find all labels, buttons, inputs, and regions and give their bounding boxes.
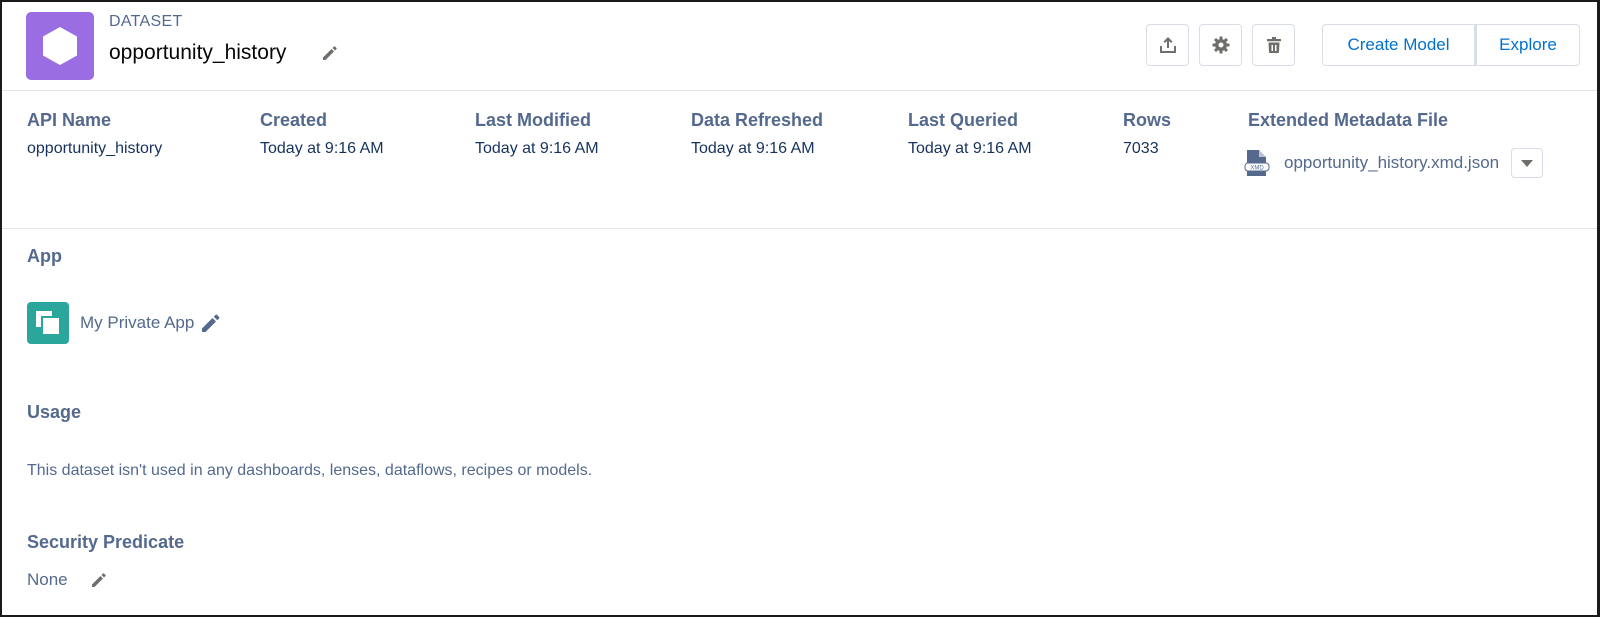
meta-api-name: API Name opportunity_history [27, 110, 162, 158]
overlapping-squares-icon [36, 311, 61, 336]
meta-value: Today at 9:16 AM [260, 140, 384, 157]
meta-data-refreshed: Data Refreshed Today at 9:16 AM [691, 110, 823, 158]
caret-down-icon [1521, 160, 1534, 167]
edit-title-button[interactable] [321, 44, 339, 62]
app-name: My Private App [80, 313, 195, 332]
dataset-icon [26, 12, 94, 80]
pencil-icon [202, 314, 220, 332]
meta-last-queried: Last Queried Today at 9:16 AM [908, 110, 1032, 158]
meta-label: Rows [1123, 110, 1172, 130]
meta-label: Extended Metadata File [1248, 110, 1449, 130]
pencil-icon [323, 46, 337, 60]
meta-xmd: Extended Metadata File [1248, 110, 1448, 131]
meta-last-modified: Last Modified Today at 9:16 AM [475, 110, 599, 158]
dataset-detail-page: DATASET opportunity_history Create Model… [0, 0, 1600, 617]
security-predicate-row: None [27, 570, 108, 590]
xmd-file: XMD opportunity_history.xmd.json [1244, 148, 1544, 178]
xmd-badge: XMD [1250, 166, 1264, 172]
page-title: opportunity_history [109, 41, 287, 64]
dataset-metadata: API Name opportunity_history Created Tod… [2, 92, 1597, 229]
meta-value: Today at 9:16 AM [475, 140, 599, 157]
edit-app-button[interactable] [200, 312, 222, 334]
meta-label: Created [260, 110, 328, 130]
gear-icon [1212, 36, 1229, 54]
app-item: My Private App [27, 302, 222, 344]
app-icon [27, 302, 69, 344]
meta-value: 7033 [1123, 140, 1159, 157]
upload-button[interactable] [1146, 24, 1189, 66]
usage-section-label: Usage [27, 402, 82, 422]
usage-description: This dataset isn't used in any dashboard… [27, 462, 593, 479]
hexagon-icon [43, 27, 77, 65]
meta-rows: Rows 7033 [1123, 110, 1171, 158]
xmd-file-link[interactable]: opportunity_history.xmd.json [1284, 153, 1499, 173]
meta-label: Last Queried [908, 110, 1019, 130]
settings-button[interactable] [1199, 24, 1242, 66]
xmd-file-icon: XMD [1244, 150, 1270, 176]
upload-icon [1159, 37, 1176, 53]
meta-label: Data Refreshed [691, 110, 824, 130]
meta-value: Today at 9:16 AM [691, 140, 815, 157]
page-header: DATASET opportunity_history Create Model… [2, 2, 1597, 91]
edit-security-predicate-button[interactable] [90, 571, 108, 589]
explore-button[interactable]: Explore [1475, 24, 1580, 66]
create-model-button[interactable]: Create Model [1322, 24, 1475, 66]
security-predicate-value: None [27, 570, 68, 589]
security-predicate-label: Security Predicate [27, 532, 185, 552]
delete-button[interactable] [1252, 24, 1295, 66]
meta-label: API Name [27, 110, 112, 130]
object-type-label: DATASET [109, 13, 183, 30]
app-section-label: App [27, 246, 62, 266]
meta-created: Created Today at 9:16 AM [260, 110, 384, 158]
xmd-menu-button[interactable] [1511, 148, 1544, 178]
primary-actions: Create Model Explore [1322, 24, 1580, 66]
pencil-icon [91, 573, 106, 587]
meta-label: Last Modified [475, 110, 591, 130]
meta-value: Today at 9:16 AM [908, 140, 1032, 157]
trash-icon [1266, 37, 1281, 53]
meta-value: opportunity_history [27, 140, 163, 157]
